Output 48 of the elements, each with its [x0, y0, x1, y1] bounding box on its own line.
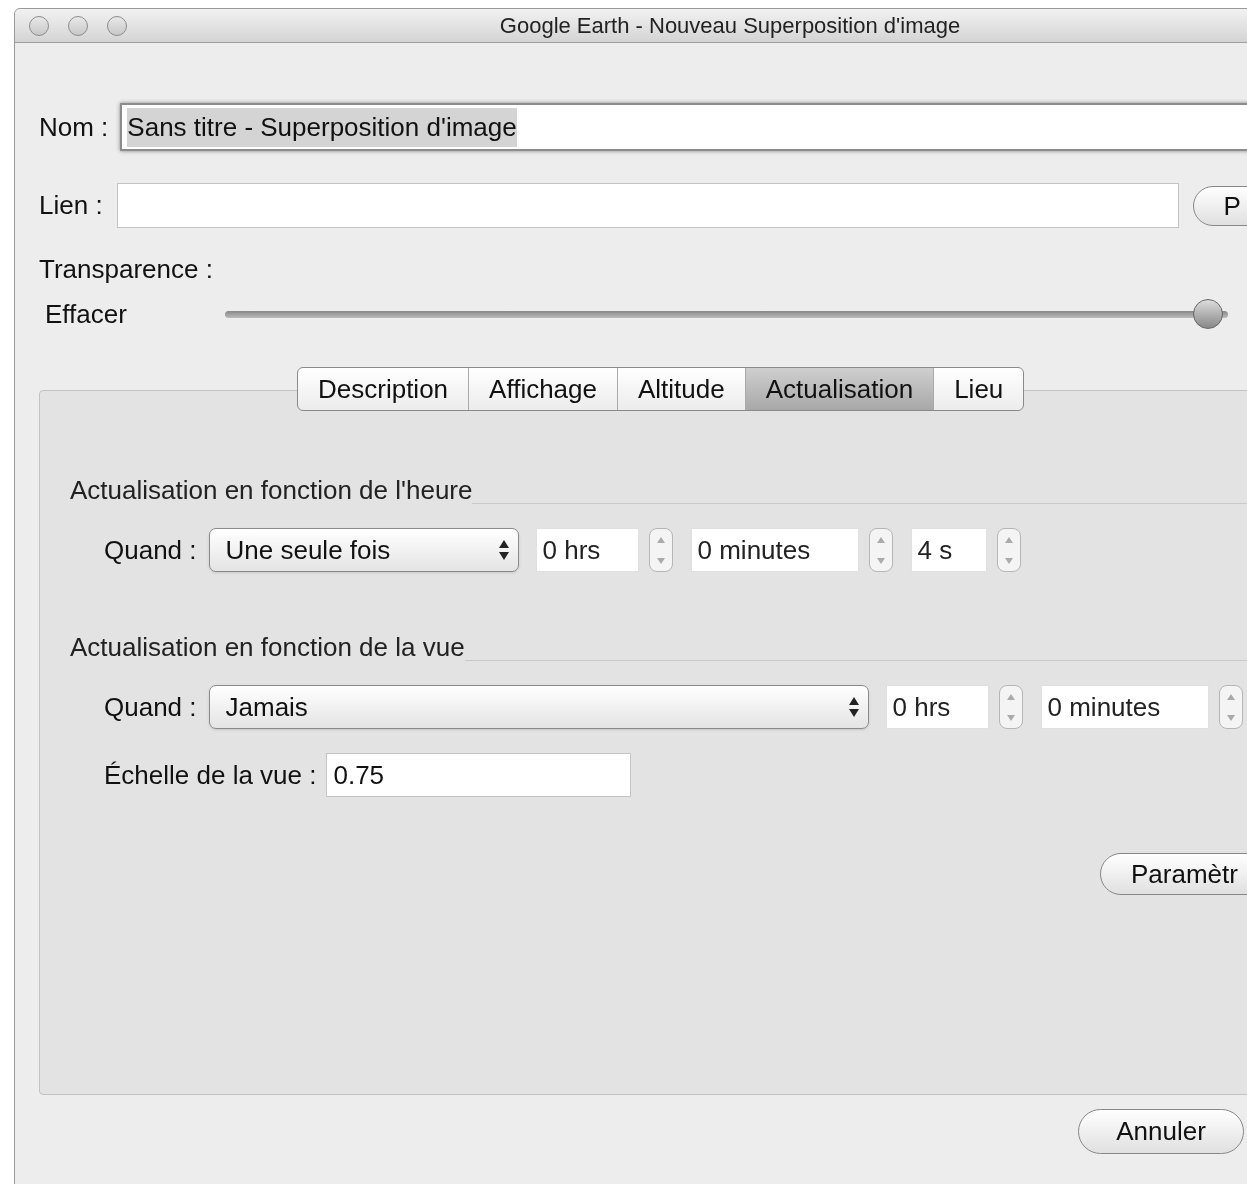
section-title: Actualisation en fonction de la vue [70, 631, 465, 664]
down-arrow-icon [1004, 557, 1013, 564]
number-field[interactable]: 0 minutes [1040, 685, 1209, 729]
when-label: Quand : [104, 533, 197, 567]
number-field[interactable]: 0 minutes [690, 528, 859, 572]
dropdown[interactable]: Jamais [208, 685, 869, 729]
transparency-label: Transparence : [39, 253, 214, 286]
up-down-arrows-icon [847, 696, 860, 718]
tab[interactable]: Description [298, 368, 469, 410]
name-label: Nom : [39, 110, 109, 144]
up-arrow-icon [1004, 536, 1013, 543]
dropdown[interactable]: Une seule fois [208, 528, 519, 572]
down-arrow-icon [656, 557, 665, 564]
tab[interactable]: Affichage [468, 368, 617, 410]
up-down-arrows-icon [497, 539, 510, 561]
stepper[interactable] [998, 685, 1023, 729]
window-control-button[interactable] [107, 16, 127, 36]
tab[interactable]: Actualisation [744, 368, 934, 410]
name-field[interactable]: Sans titre - Superposition d'image [120, 103, 1247, 151]
when-label: Quand : [104, 690, 197, 724]
link-field[interactable] [116, 183, 1179, 228]
up-arrow-icon [656, 536, 665, 543]
down-arrow-icon [1226, 714, 1235, 721]
up-arrow-icon [1226, 693, 1235, 700]
window-title: Google Earth - Nouveau Superposition d'image [499, 12, 961, 40]
cancel-button[interactable]: Annuler [1078, 1109, 1244, 1154]
number-field[interactable]: 0 hrs [535, 528, 639, 572]
section-title: Actualisation en fonction de l'heure [70, 474, 473, 507]
slider-thumb[interactable] [1192, 299, 1223, 329]
number-field[interactable]: 4 s [910, 528, 987, 572]
window-control-button[interactable] [29, 16, 49, 36]
stepper[interactable] [1218, 685, 1243, 729]
view-scale-label: Échelle de la vue : [104, 758, 317, 792]
down-arrow-icon [876, 557, 885, 564]
tab[interactable]: Altitude [617, 368, 745, 410]
link-label: Lien : [39, 189, 103, 222]
up-arrow-icon [1006, 693, 1015, 700]
stepper[interactable] [996, 528, 1021, 572]
browse-button[interactable]: P [1192, 185, 1247, 226]
stepper[interactable] [868, 528, 893, 572]
number-field[interactable]: 0 hrs [885, 685, 989, 729]
parameters-button[interactable]: Paramètr [1100, 853, 1247, 895]
down-arrow-icon [1006, 714, 1015, 721]
window-control-button[interactable] [68, 16, 88, 36]
up-arrow-icon [876, 536, 885, 543]
stepper[interactable] [648, 528, 673, 572]
clear-label: Effacer [45, 298, 127, 331]
view-scale-field[interactable]: 0.75 [326, 753, 632, 797]
